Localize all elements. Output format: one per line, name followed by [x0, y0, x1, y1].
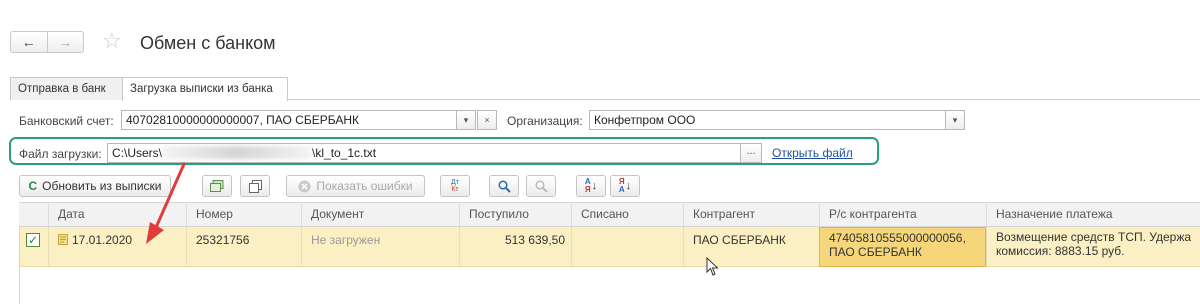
checkmark-icon: ✓: [27, 233, 39, 247]
organization-field[interactable]: Конфетпром ООО: [589, 110, 946, 130]
cell-counterparty[interactable]: ПАО СБЕРБАНК: [683, 227, 819, 267]
page-title: Обмен с банком: [140, 33, 276, 53]
cell-payment-purpose[interactable]: Возмещение средств ТСП. Удержа комиссия:…: [986, 227, 1200, 267]
dt-kt-button[interactable]: Дт Кт: [440, 175, 470, 197]
annotation-arrow-icon: [146, 162, 186, 244]
back-button[interactable]: ←: [11, 32, 47, 52]
sort-ascending-button[interactable]: А Я ↓: [576, 175, 606, 197]
search-icon: [497, 179, 511, 193]
row-date: 17.01.2020: [72, 233, 133, 247]
bank-account-dropdown-button[interactable]: ▾: [456, 110, 476, 130]
show-errors-button[interactable]: Показать ошибки: [286, 175, 425, 197]
mouse-cursor-icon: [706, 257, 719, 276]
row-checkbox[interactable]: ✓: [26, 233, 40, 247]
account-line-1: 47405810555000000056,: [829, 231, 966, 245]
sort-asc-bottom-letter: Я: [584, 185, 591, 194]
chevron-down-icon: ▾: [463, 115, 469, 125]
favorite-star-icon[interactable]: ☆: [102, 29, 122, 53]
purpose-line-2: комиссия: 8883.15 руб.: [996, 244, 1125, 258]
cell-counterparty-account[interactable]: 47405810555000000056, ПАО СБЕРБАНК: [819, 227, 986, 267]
bank-account-label: Банковский счет:: [19, 114, 114, 128]
cell-received[interactable]: 513 639,50: [459, 227, 571, 267]
organization-dropdown-button[interactable]: ▾: [945, 110, 965, 130]
forward-button[interactable]: →: [46, 32, 84, 52]
table-left-border: [19, 227, 20, 304]
show-errors-label: Показать ошибки: [316, 179, 413, 193]
cancel-search-button[interactable]: [526, 175, 556, 197]
search-button[interactable]: [489, 175, 519, 197]
refresh-icon: C: [28, 179, 38, 193]
purpose-line-1: Возмещение средств ТСП. Удержа: [996, 230, 1192, 244]
document-icon: [58, 234, 68, 245]
dt-label: Дт: [451, 179, 459, 186]
bank-account-clear-button[interactable]: ×: [477, 110, 497, 130]
navigation-buttons: ← →: [10, 31, 84, 53]
arrow-left-icon: ←: [21, 34, 36, 50]
column-header-received[interactable]: Поступило: [459, 202, 571, 227]
account-line-2: ПАО СБЕРБАНК: [829, 245, 922, 259]
create-documents-button[interactable]: [202, 175, 232, 197]
organization-label: Организация:: [507, 114, 583, 128]
column-header-counterparty-account[interactable]: Р/с контрагента: [819, 202, 986, 227]
copy-button[interactable]: [240, 175, 270, 197]
copy-icon: [248, 179, 262, 193]
error-icon: [298, 180, 311, 192]
column-header-spent[interactable]: Списано: [571, 202, 683, 227]
documents-icon: [210, 179, 224, 192]
cancel-search-icon: [534, 179, 548, 193]
bank-account-field[interactable]: 40702810000000000007, ПАО СБЕРБАНК: [121, 110, 457, 130]
cell-number[interactable]: 25321756: [186, 227, 301, 267]
tab-load-statement[interactable]: Загрузка выписки из банка: [122, 77, 288, 101]
column-header-number[interactable]: Номер: [186, 202, 301, 227]
arrow-right-icon: →: [58, 34, 73, 50]
cell-spent[interactable]: [571, 227, 683, 267]
sort-descending-icon: Я А ↓: [618, 177, 632, 194]
sort-ascending-icon: А Я ↓: [584, 177, 598, 194]
chevron-down-icon: ▾: [952, 115, 958, 125]
tab-send-to-bank[interactable]: Отправка в банк: [10, 77, 123, 100]
sort-desc-bottom-letter: А: [618, 185, 625, 194]
sort-descending-button[interactable]: Я А ↓: [610, 175, 640, 197]
column-header-payment-purpose[interactable]: Назначение платежа: [986, 202, 1200, 227]
close-icon: ×: [484, 115, 490, 125]
cell-document[interactable]: Не загружен: [301, 227, 459, 267]
dt-kt-icon: Дт Кт: [451, 179, 459, 193]
kt-label: Кт: [451, 186, 459, 193]
column-header-counterparty[interactable]: Контрагент: [683, 202, 819, 227]
column-header-document[interactable]: Документ: [301, 202, 459, 227]
